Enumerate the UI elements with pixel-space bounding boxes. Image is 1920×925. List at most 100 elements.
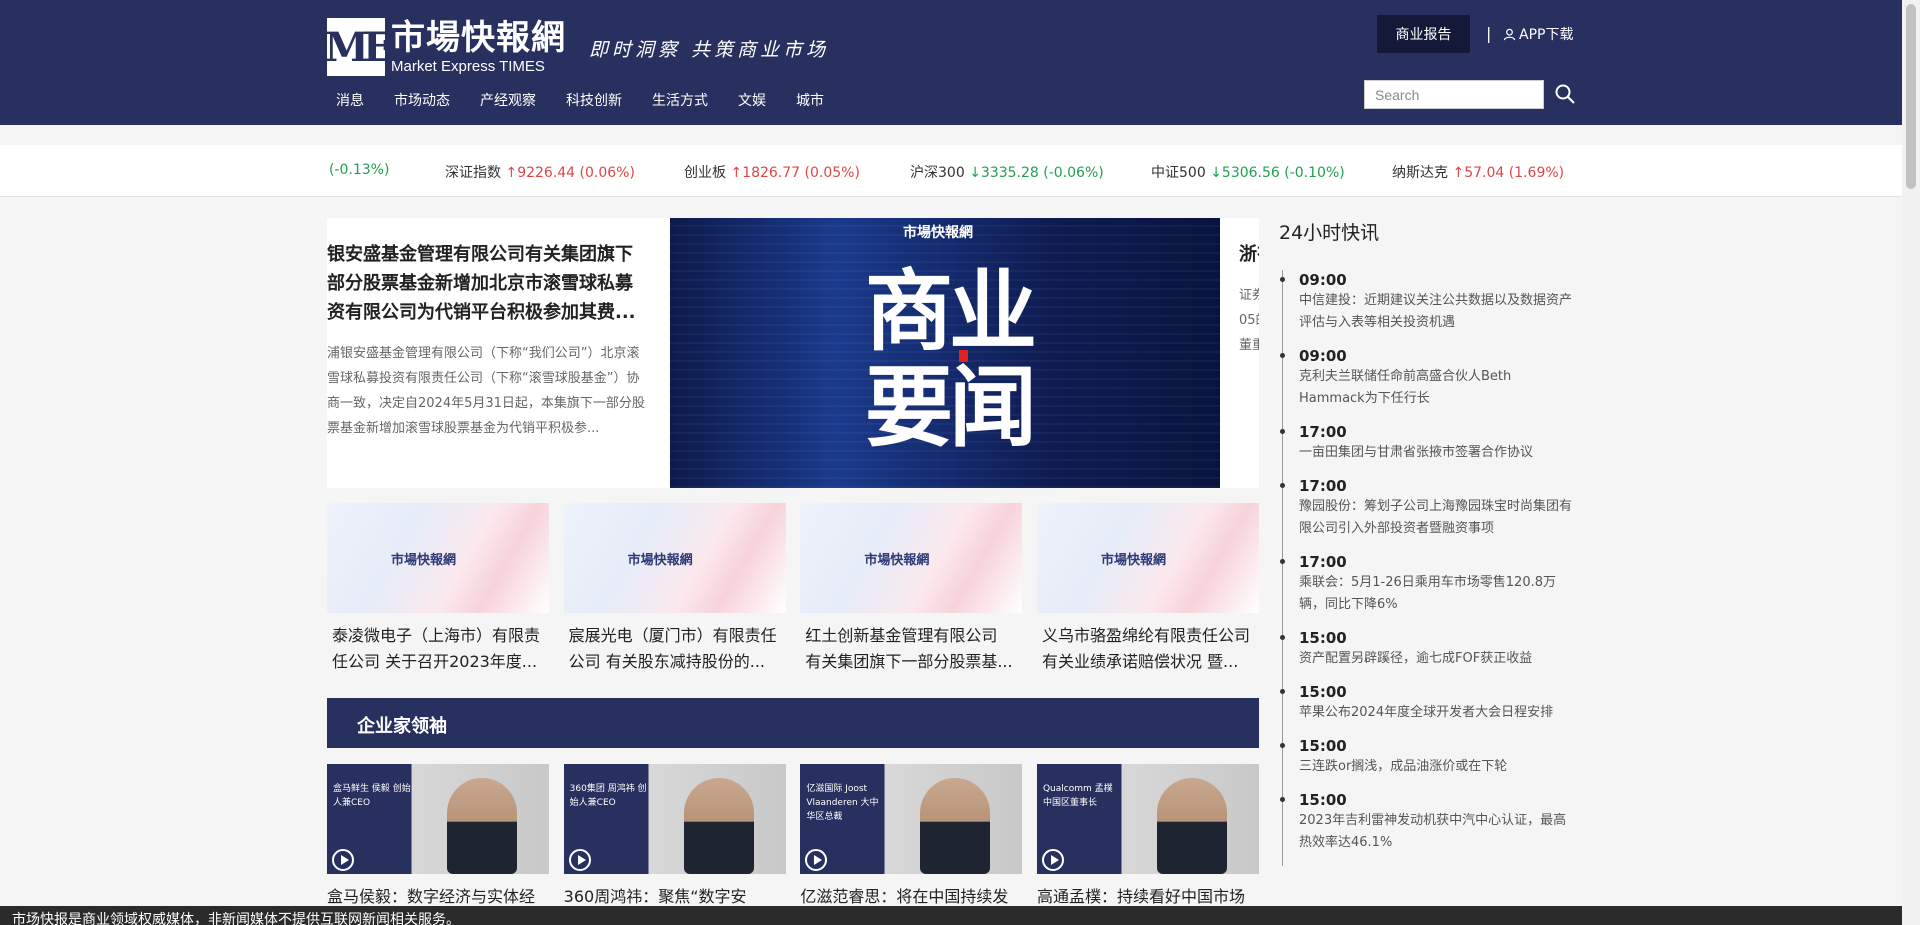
leader-thumbnail: 亿滋国际 Joost Vlaanderen 大中华区总裁 [800, 764, 1023, 874]
hero-image-logo: 市場快報網 [903, 225, 973, 241]
play-icon[interactable] [568, 849, 591, 871]
leader-card[interactable]: Qualcomm 孟樸 中国区董事长 高通孟樸：持续看好中国市场发展 持续推动5… [1036, 764, 1259, 925]
ticker-partial-value: (-0.13%) [329, 162, 390, 178]
hero-next-article[interactable]: 浙有 证券05的董重（ [1239, 240, 1259, 358]
ticker-item[interactable]: 创业板 ↑1826.77 (0.05%) [684, 162, 860, 182]
timeline-item[interactable]: 15:00 苹果公布2024年度全球开发者大会日程安排 [1280, 682, 1572, 724]
timeline-time: 09:00 [1299, 347, 1347, 365]
timeline-text[interactable]: 三连跌or搁浅，成品油涨价或在下轮 [1299, 756, 1572, 778]
nav-item-city[interactable]: 城市 [796, 90, 824, 110]
play-icon[interactable] [805, 849, 828, 871]
hero-image-headline: 商业要闻 [865, 259, 1037, 459]
hero-title[interactable]: 银安盛基金管理有限公司有关集团旗下部分股票基金新增加北京市滚雪球私募资有限公司为… [327, 240, 647, 327]
ticker-item[interactable]: 沪深300 ↓3335.28 (-0.06%) [910, 162, 1104, 182]
portrait [447, 778, 517, 874]
hero-image-accent [959, 350, 968, 362]
slogan: 即时洞察 共策商业市场 [589, 39, 830, 61]
footer-notice-bar: 市场快报是商业领域权威媒体，非新闻媒体不提供互联网新闻相关服务。 [0, 906, 1920, 925]
news-card[interactable]: 市場快報網 红土创新基金管理有限公司 有关集团旗下一部分股票基... [800, 503, 1023, 675]
news-timeline: 09:00 中信建投：近期建议关注公共数据以及数据资产评估与入表等相关投资机遇 0… [1280, 270, 1572, 866]
leader-card[interactable]: 亿滋国际 Joost Vlaanderen 大中华区总裁 亿滋范睿思：将在中国持… [800, 764, 1023, 925]
card-thumbnail: 市場快報網 [1036, 503, 1259, 613]
card-title[interactable]: 义乌市骆盈绵纶有限责任公司 有关业绩承诺赔偿状况 暨... [1037, 623, 1259, 675]
timeline-item[interactable]: 17:00 一亩田集团与甘肃省张掖市签署合作协议 [1280, 422, 1572, 464]
timeline-text[interactable]: 中信建投：近期建议关注公共数据以及数据资产评估与入表等相关投资机遇 [1299, 290, 1572, 334]
news-card[interactable]: 市場快報網 泰凌微电子（上海市）有限责任公司 关于召开2023年度... [327, 503, 549, 675]
news-cards: 市場快報網 泰凌微电子（上海市）有限责任公司 关于召开2023年度... 市場快… [327, 503, 1259, 675]
timeline-text[interactable]: 资产配置另辟蹊径，逾七成FOF获正收益 [1299, 648, 1572, 670]
leader-card[interactable]: 360集团 周鸿祎 创始人兼CEO 360周鸿祎：聚焦“数字安全”赋能传统产业高… [563, 764, 786, 925]
nav-item-lifestyle[interactable]: 生活方式 [652, 90, 708, 110]
timeline-time: 17:00 [1299, 477, 1347, 495]
ticker-item[interactable]: 深证指数 ↑9226.44 (0.06%) [445, 162, 635, 182]
nav-item-market[interactable]: 市场动态 [394, 90, 450, 110]
timeline-text[interactable]: 乘联会：5月1-26日乘用车市场零售120.8万辆，同比下降6% [1299, 572, 1572, 616]
timeline-item[interactable]: 17:00 乘联会：5月1-26日乘用车市场零售120.8万辆，同比下降6% [1280, 552, 1572, 616]
portrait [1156, 778, 1227, 874]
timeline-item[interactable]: 09:00 中信建投：近期建议关注公共数据以及数据资产评估与入表等相关投资机遇 [1280, 270, 1572, 334]
sidebar-title: 24小时快讯 [1279, 222, 1380, 244]
search-input[interactable] [1364, 80, 1544, 109]
timeline-text[interactable]: 2023年吉利雷神发动机获中汽中心认证，最高热效率达46.1% [1299, 810, 1572, 854]
section-title[interactable]: 企业家领袖 [357, 712, 447, 738]
timeline-time: 15:00 [1299, 791, 1347, 809]
hero-next-title: 浙有 [1239, 244, 1259, 265]
logo-chinese-name: 市場快報網 [391, 18, 566, 58]
scrollbar-thumb[interactable] [1906, 4, 1916, 189]
news-card[interactable]: 市場快報網 宸展光电（厦门市）有限责任公司 有关股东减持股份的... [563, 503, 786, 675]
card-title[interactable]: 宸展光电（厦门市）有限责任公司 有关股东减持股份的... [564, 623, 786, 675]
timeline-time: 09:00 [1299, 271, 1347, 289]
logo-english-name: Market Express TIMES [391, 58, 545, 75]
card-thumbnail: 市場快報網 [563, 503, 786, 613]
play-icon[interactable] [332, 849, 354, 871]
nav-item-news[interactable]: 消息 [336, 90, 364, 110]
play-icon[interactable] [1041, 849, 1064, 871]
news-card[interactable]: 市場快報網 义乌市骆盈绵纶有限责任公司 有关业绩承诺赔偿状况 暨... [1036, 503, 1259, 675]
timeline-text[interactable]: 克利夫兰联储任命前高盛合伙人Beth Hammack为下任行长 [1299, 366, 1572, 410]
card-title[interactable]: 红土创新基金管理有限公司 有关集团旗下一部分股票基... [800, 623, 1022, 675]
ticker-item[interactable]: 纳斯达克 ↑57.04 (1.69%) [1392, 162, 1564, 182]
page-scrollbar[interactable] [1902, 0, 1920, 925]
search-icon[interactable] [1553, 82, 1577, 106]
site-logo[interactable]: ME 市場快報網 Market Express TIMES [325, 18, 566, 76]
leader-thumbnail: Qualcomm 孟樸 中国区董事长 [1036, 764, 1259, 874]
market-ticker: (-0.13%) 深证指数 ↑9226.44 (0.06%) 创业板 ↑1826… [0, 145, 1902, 197]
timeline-item[interactable]: 15:00 资产配置另辟蹊径，逾七成FOF获正收益 [1280, 628, 1572, 670]
main-nav: 消息 市场动态 产经观察 科技创新 生活方式 文娱 城市 [336, 90, 854, 110]
timeline-item[interactable]: 15:00 2023年吉利雷神发动机获中汽中心认证，最高热效率达46.1% [1280, 790, 1572, 854]
timeline-text[interactable]: 苹果公布2024年度全球开发者大会日程安排 [1299, 702, 1572, 724]
news-flash-sidebar: 24小时快讯 09:00 中信建投：近期建议关注公共数据以及数据资产评估与入表等相… [1279, 218, 1579, 866]
app-download-label: APP下载 [1519, 27, 1574, 43]
hero-image[interactable]: 市場快報網 商业要闻 [670, 218, 1220, 488]
timeline-time: 15:00 [1299, 737, 1347, 755]
card-thumbnail: 市場快報網 [327, 503, 549, 613]
hero-description: 浦银安盛基金管理有限公司（下称“我们公司”）北京滚雪球私募投资有限责任公司（下称… [327, 346, 645, 436]
app-download-link[interactable]: APP下载 [1503, 24, 1573, 44]
leader-caption: 亿滋国际 Joost Vlaanderen 大中华区总裁 [806, 784, 879, 822]
hero-next-description: 证券05的董重（ [1239, 288, 1259, 353]
hero-article[interactable]: 银安盛基金管理有限公司有关集团旗下部分股票基金新增加北京市滚雪球私募资有限公司为… [327, 240, 647, 441]
leader-caption: 盒马鲜生 侯毅 创始人兼CEO [333, 784, 411, 808]
leader-card[interactable]: 盒马鲜生 侯毅 创始人兼CEO 盒马侯毅：数字经济与实体经 [327, 764, 549, 925]
timeline-item[interactable]: 15:00 三连跌or搁浅，成品油涨价或在下轮 [1280, 736, 1572, 778]
card-thumbnail: 市場快報網 [800, 503, 1023, 613]
timeline-text[interactable]: 一亩田集团与甘肃省张掖市签署合作协议 [1299, 442, 1572, 464]
user-icon [1503, 28, 1516, 40]
leader-thumbnail: 360集团 周鸿祎 创始人兼CEO [563, 764, 786, 874]
hero-carousel[interactable]: 银安盛基金管理有限公司有关集团旗下部分股票基金新增加北京市滚雪球私募资有限公司为… [327, 218, 1259, 488]
timeline-item[interactable]: 09:00 克利夫兰联储任命前高盛合伙人Beth Hammack为下任行长 [1280, 346, 1572, 410]
timeline-time: 15:00 [1299, 683, 1347, 701]
section-header-leaders: 企业家领袖 [327, 698, 1259, 748]
timeline-text[interactable]: 豫园股份：筹划子公司上海豫园珠宝时尚集团有限公司引入外部投资者暨融资事项 [1299, 496, 1572, 540]
business-report-button[interactable]: 商业报告 [1377, 15, 1470, 53]
leader-thumbnail: 盒马鲜生 侯毅 创始人兼CEO [327, 764, 549, 874]
timeline-item[interactable]: 17:00 豫园股份：筹划子公司上海豫园珠宝时尚集团有限公司引入外部投资者暨融资事… [1280, 476, 1572, 540]
nav-item-industry[interactable]: 产经观察 [480, 90, 536, 110]
timeline-time: 17:00 [1299, 553, 1347, 571]
portrait [683, 778, 754, 874]
card-title[interactable]: 泰凌微电子（上海市）有限责任公司 关于召开2023年度... [327, 623, 549, 675]
nav-item-tech[interactable]: 科技创新 [566, 90, 622, 110]
ticker-item[interactable]: 中证500 ↓5306.56 (-0.10%) [1151, 162, 1345, 182]
nav-item-entertainment[interactable]: 文娱 [738, 90, 766, 110]
logo-mark: ME [325, 18, 393, 76]
